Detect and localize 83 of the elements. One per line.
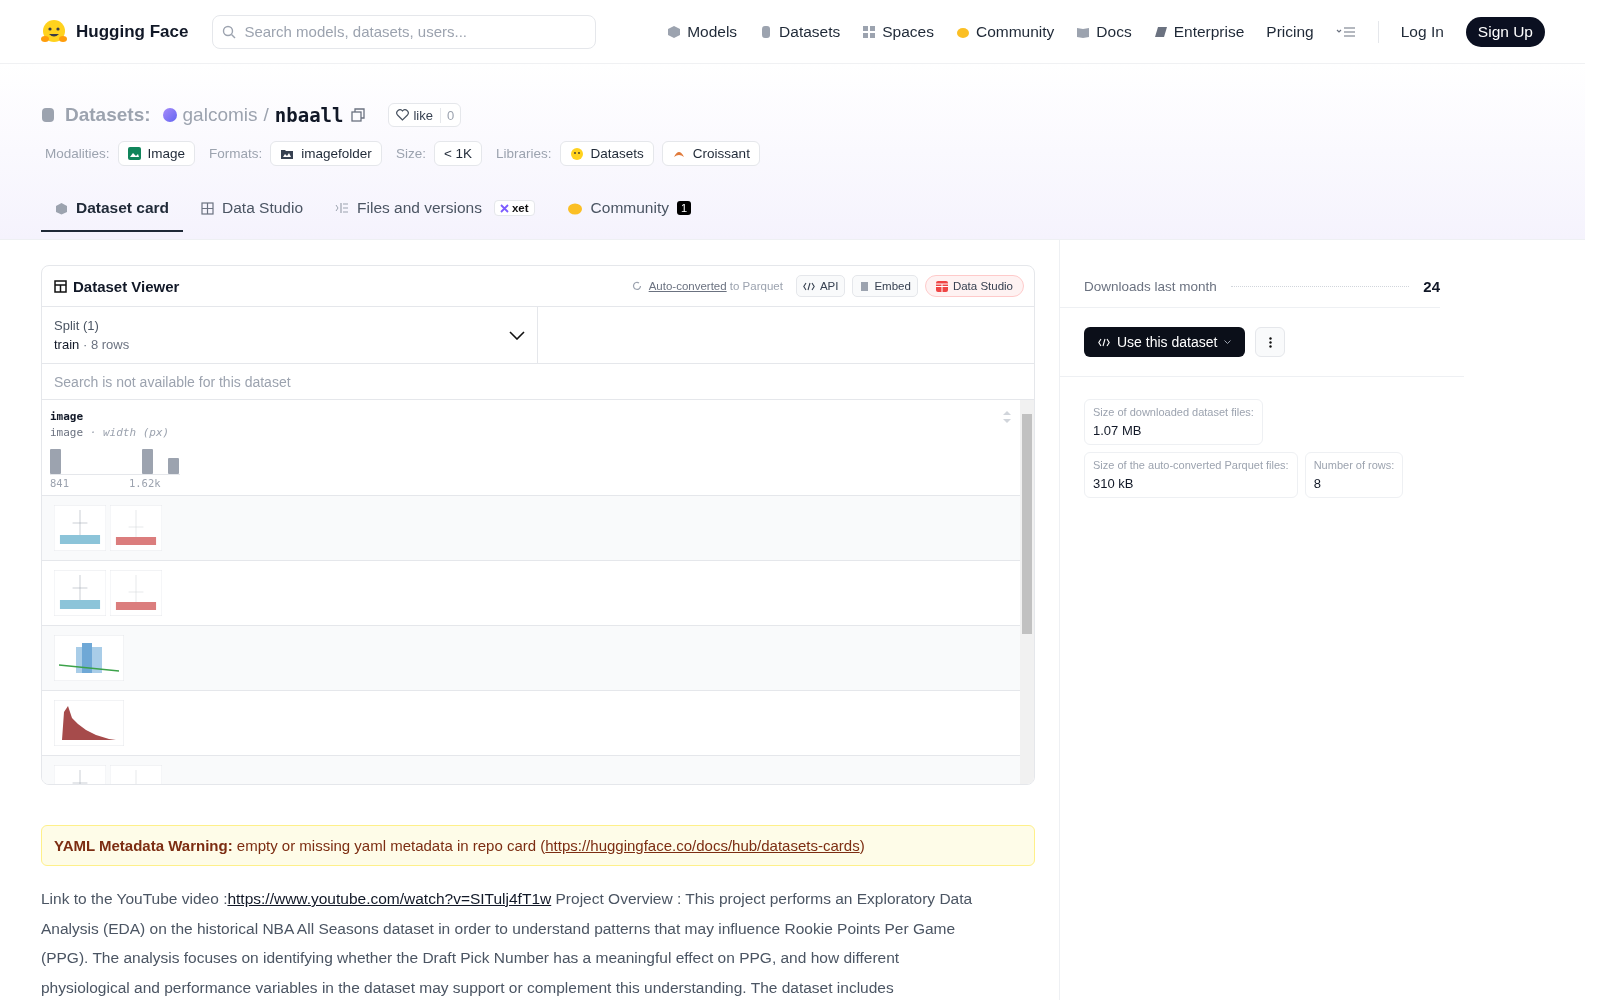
- tab[interactable]: Community 1: [552, 186, 706, 232]
- stat-label: Number of rows:: [1313, 459, 1395, 471]
- metadata-warning: YAML Metadata Warning: empty or missing yaml metadata in repo card (https://huggingface.co/docs/hub/datasets-cards): [41, 825, 1035, 866]
- viewer-button[interactable]: API: [795, 275, 846, 297]
- tag-label: Formats:: [209, 146, 263, 161]
- table-row[interactable]: [42, 496, 1020, 561]
- list-icon: [335, 202, 350, 214]
- viewer-button[interactable]: Embed: [852, 275, 918, 297]
- tag-label: Libraries:: [496, 146, 552, 161]
- folder-icon: [280, 147, 295, 160]
- nav-link[interactable]: Enterprise: [1153, 22, 1245, 41]
- table-icon: [201, 201, 215, 215]
- sort-icon[interactable]: [1002, 410, 1012, 424]
- viewer-title: Dataset Viewer: [73, 277, 180, 295]
- tag-label: Modalities:: [45, 146, 110, 161]
- stat-value: 1.07 MB: [1093, 423, 1143, 438]
- like-button[interactable]: like 0: [388, 103, 462, 127]
- split-selector[interactable]: Split (1) train · 8 rows: [42, 307, 538, 363]
- nav-link[interactable]: Models: [667, 22, 738, 41]
- copy-icon[interactable]: [351, 107, 367, 123]
- copy-icon: [859, 280, 870, 292]
- search-field[interactable]: Search models, datasets, users...: [212, 14, 597, 49]
- description-text: Link to the YouTube video :https://www.youtube.com/watch?v=SITulj4fT1w Project Overview : This project performs an Exploratory Data Analysis (EDA) on the historical NBA All Seasons dataset in order to understand patterns that may influence Rookie Points Per Game (PPG). The analysis focuses on identifying whether the Draft Pick Number has a meaningful effect on PPG, and how different physiological and performance variables in the dataset may support or complement this understanding. The dataset includes: [41, 889, 974, 998]
- tag-chip[interactable]: Datasets: [559, 141, 654, 166]
- axis-label: 1.62k: [128, 477, 161, 489]
- stat-label: Size of the auto-converted Parquet files:: [1093, 459, 1289, 471]
- database-icon: [41, 107, 55, 123]
- refresh-icon: [631, 281, 642, 291]
- tag-icon: [1153, 24, 1168, 39]
- axis-label: 841: [50, 477, 69, 489]
- table-row[interactable]: [42, 626, 1020, 691]
- nav-link[interactable]: Datasets: [759, 22, 841, 41]
- downloads-label: Downloads last month: [1084, 279, 1217, 294]
- image-icon: [127, 147, 141, 160]
- chevron-down-icon: [509, 330, 525, 340]
- nav-link[interactable]: Docs: [1076, 22, 1132, 41]
- tab[interactable]: Data Studio: [187, 186, 318, 232]
- viewer-button[interactable]: Data Studio: [924, 275, 1024, 297]
- nav-link[interactable]: Spaces: [862, 22, 934, 41]
- tab[interactable]: Dataset card: [41, 186, 184, 232]
- youtube-link[interactable]: https://www.youtube.com/watch?v=SITulj4fT1w: [227, 890, 552, 907]
- brand-name[interactable]: Hugging Face: [76, 21, 189, 42]
- tag-chip[interactable]: Croissant: [661, 141, 760, 166]
- downloads-count: 24: [1423, 278, 1440, 295]
- scrollbar[interactable]: [1020, 400, 1034, 784]
- more-icon: [1268, 336, 1272, 348]
- conversion-note: Auto-converted to Parquet: [648, 280, 783, 292]
- tag-chip[interactable]: imagefolder: [270, 141, 382, 166]
- count-badge: 1: [677, 201, 692, 215]
- tag-label: Size:: [395, 146, 426, 161]
- cube-icon: [667, 24, 682, 39]
- code-icon: [1098, 337, 1110, 347]
- tag-chip[interactable]: < 1K: [433, 141, 483, 166]
- repo-name[interactable]: nbaall: [274, 104, 344, 126]
- stat-label: Size of downloaded dataset files:: [1093, 406, 1254, 418]
- signup-button[interactable]: Sign Up: [1465, 16, 1545, 47]
- use-dataset-button[interactable]: Use this dataset: [1084, 327, 1246, 357]
- column-type: image · width (px): [50, 426, 171, 439]
- auto-converted-link[interactable]: Auto-converted: [648, 280, 727, 292]
- tab[interactable]: Files and versions xet: [321, 186, 549, 232]
- column-name: image: [50, 410, 85, 423]
- nav-link[interactable]: Pricing: [1266, 22, 1314, 41]
- emoji-icon: [569, 146, 584, 161]
- like-count: 0: [439, 107, 461, 123]
- cube-icon: [55, 201, 68, 215]
- menu-icon[interactable]: [1335, 25, 1356, 38]
- code-icon: [802, 281, 815, 291]
- tag-chip[interactable]: Image: [117, 141, 196, 166]
- stat-value: 8: [1313, 476, 1322, 491]
- table-icon: [54, 279, 67, 293]
- stat-value: 310 kB: [1093, 476, 1135, 491]
- nav-link[interactable]: Community: [955, 22, 1055, 41]
- table-icon: [935, 280, 948, 292]
- docs-link[interactable]: https://huggingface.co/docs/hub/datasets-cards: [545, 837, 860, 854]
- login-link[interactable]: Log In: [1400, 22, 1444, 41]
- xet-badge: xet: [493, 200, 535, 216]
- path-separator: /: [263, 104, 269, 126]
- more-button[interactable]: [1255, 327, 1286, 357]
- cross-icon: [499, 203, 509, 213]
- heart-icon: [396, 109, 410, 121]
- avatar-icon: [162, 108, 177, 122]
- grid-icon: [862, 24, 877, 39]
- caret-icon: [1224, 340, 1232, 344]
